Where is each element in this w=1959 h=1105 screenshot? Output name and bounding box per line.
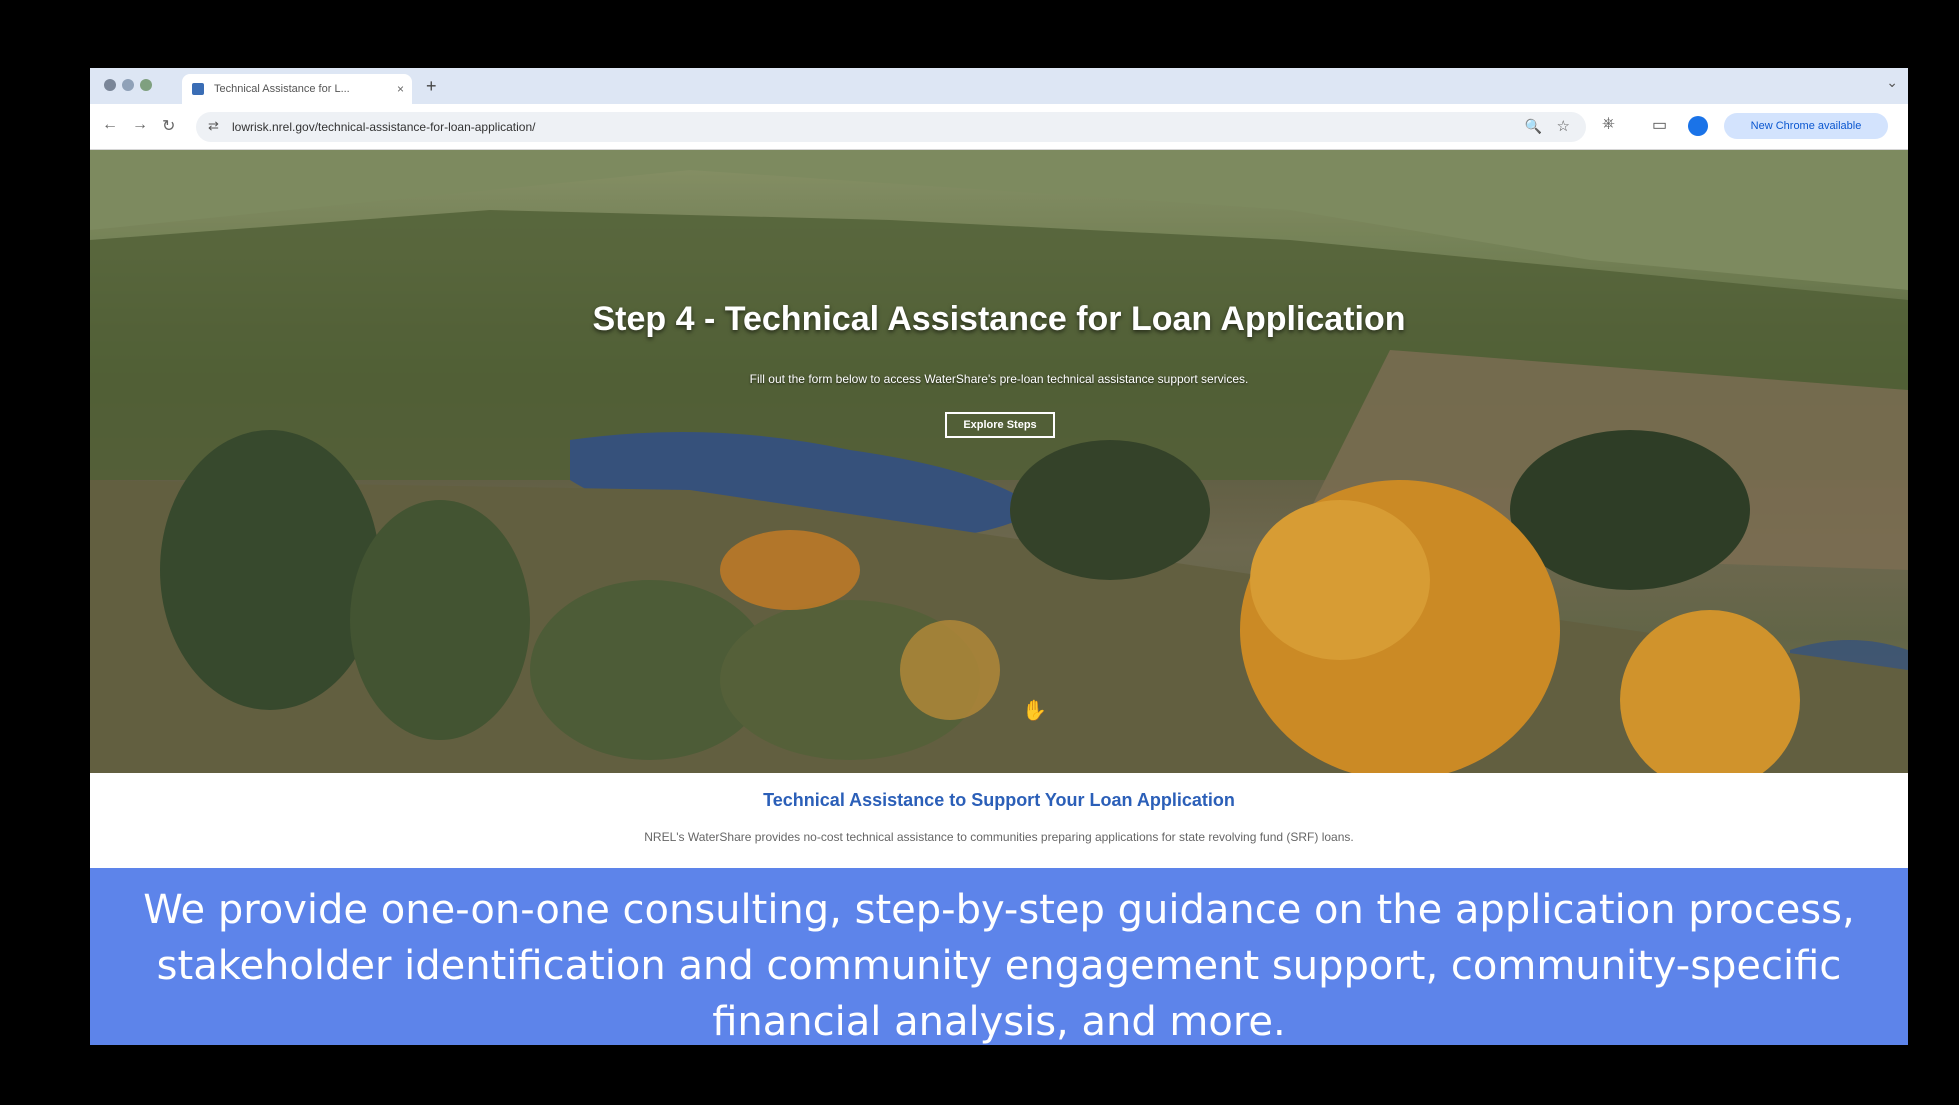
chrome-update-button[interactable]: New Chrome available bbox=[1724, 113, 1888, 139]
new-tab-icon[interactable]: + bbox=[426, 76, 437, 97]
video-caption-bar: We provide one-on-one consulting, step-b… bbox=[90, 868, 1908, 1045]
hand-cursor-icon: ✋ bbox=[1022, 700, 1047, 722]
side-panel-icon[interactable]: ▭ bbox=[1652, 115, 1667, 135]
caption-text: We provide one-on-one consulting, step-b… bbox=[143, 887, 1855, 1045]
reload-icon[interactable]: ↻ bbox=[162, 116, 175, 136]
site-info-icon[interactable]: ⇄ bbox=[208, 118, 219, 134]
browser-window: Technical Assistance for L... × + ⌄ ← → … bbox=[90, 68, 1908, 1045]
section-body-text: NREL's WaterShare provides no-cost techn… bbox=[644, 830, 1354, 844]
hero-banner: Step 4 - Technical Assistance for Loan A… bbox=[90, 150, 1908, 773]
extensions-icon[interactable]: ⎈ bbox=[1602, 115, 1615, 133]
window-control-icon[interactable] bbox=[104, 79, 116, 91]
section-heading: Technical Assistance to Support Your Loa… bbox=[763, 790, 1235, 810]
window-control-icon[interactable] bbox=[140, 79, 152, 91]
browser-toolbar: ← → ↻ ⇄ lowrisk.nrel.gov/technical-assis… bbox=[90, 104, 1908, 150]
hero-title: Step 4 - Technical Assistance for Loan A… bbox=[592, 300, 1406, 338]
close-tab-icon[interactable]: × bbox=[397, 74, 404, 104]
explore-steps-button[interactable]: Explore Steps bbox=[945, 412, 1055, 438]
profile-avatar-icon[interactable] bbox=[1688, 116, 1708, 136]
url-text[interactable]: lowrisk.nrel.gov/technical-assistance-fo… bbox=[232, 112, 535, 142]
zoom-icon[interactable]: 🔍 bbox=[1525, 118, 1542, 135]
address-bar[interactable]: ⇄ lowrisk.nrel.gov/technical-assistance-… bbox=[196, 112, 1586, 142]
window-control-icon[interactable] bbox=[122, 79, 134, 91]
tab-title: Technical Assistance for L... bbox=[214, 83, 350, 95]
favicon-icon bbox=[192, 83, 204, 95]
browser-tab[interactable]: Technical Assistance for L... × bbox=[182, 74, 412, 104]
forward-icon[interactable]: → bbox=[132, 116, 148, 134]
hero-overlay bbox=[90, 150, 1908, 773]
bookmark-star-icon[interactable]: ☆ bbox=[1557, 117, 1570, 135]
hero-subtitle: Fill out the form below to access WaterS… bbox=[749, 372, 1249, 386]
tab-strip: Technical Assistance for L... × + ⌄ bbox=[90, 68, 1908, 104]
back-icon[interactable]: ← bbox=[102, 116, 118, 134]
tab-search-icon[interactable]: ⌄ bbox=[1886, 74, 1898, 91]
